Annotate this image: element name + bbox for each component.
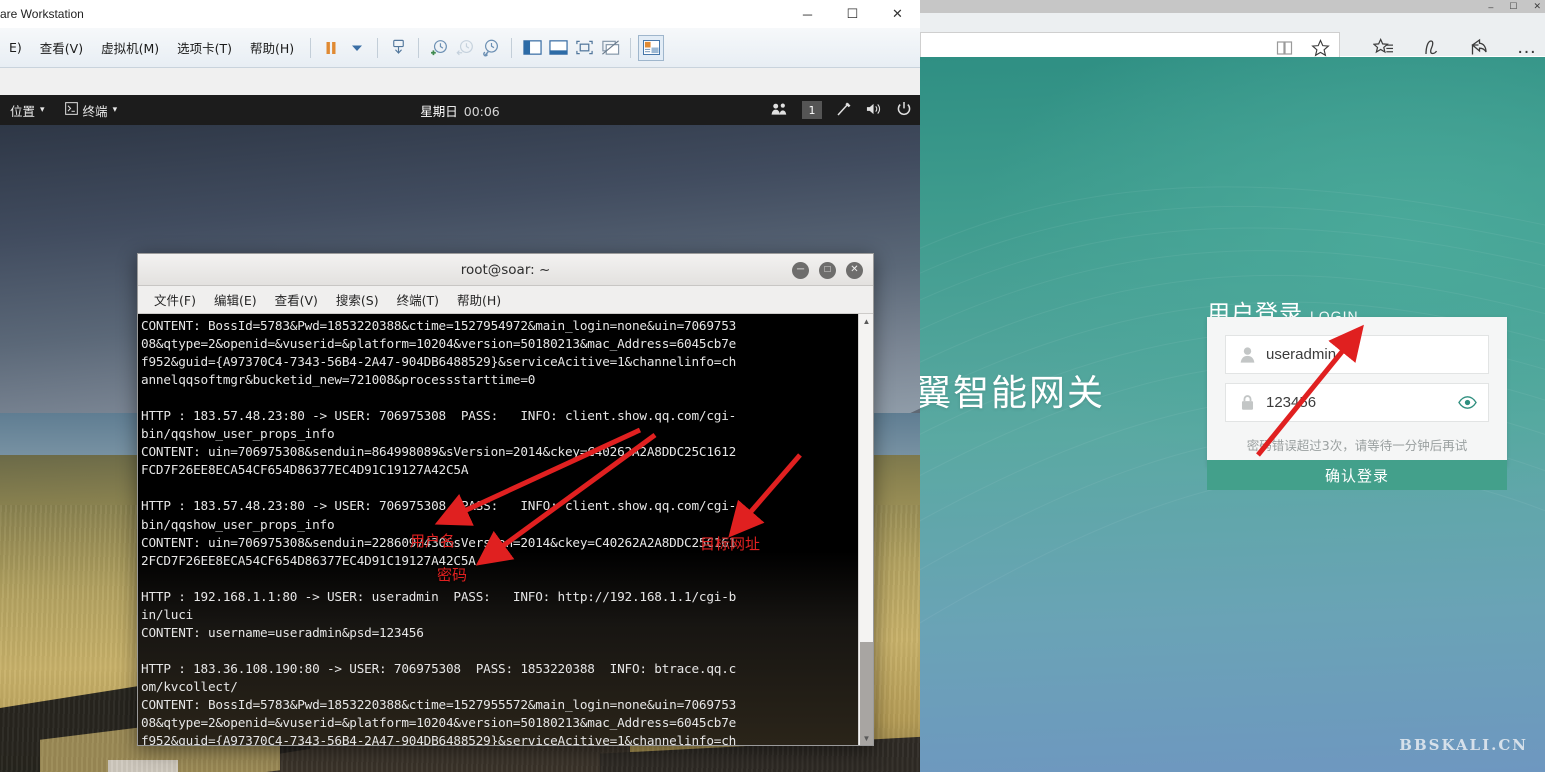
lock-icon <box>1236 393 1258 412</box>
show-library-icon[interactable] <box>519 35 545 61</box>
password-value: 123456 <box>1266 394 1317 411</box>
terminal-output-text: CONTENT: BossId=5783&Pwd=1853220388&ctim… <box>141 318 737 745</box>
terminal-window-title: root@soar: ~ <box>460 261 551 278</box>
toolbar-separator <box>511 37 513 58</box>
terminal-output-area[interactable]: CONTENT: BossId=5783&Pwd=1853220388&ctim… <box>138 314 858 745</box>
panel-clock[interactable]: 星期日 00:06 <box>420 101 500 120</box>
login-card: useradmin 123456 密码错误超过3次，请等待一分钟后再试 <box>1207 317 1507 466</box>
vmware-menubar: E) 查看(V) 虚拟机(M) 选项卡(T) 帮助(H) <box>0 28 920 68</box>
vmware-close-button[interactable]: ✕ <box>875 0 920 28</box>
gnome-terminal-window: root@soar: ~ ─ □ ✕ 文件(F) 编辑(E) 查看(V) 搜索(… <box>137 253 874 746</box>
panel-terminal-menu[interactable]: 终端 ▾ <box>55 101 128 120</box>
volume-icon[interactable] <box>866 102 882 119</box>
menu-vm[interactable]: 虚拟机(M) <box>92 34 168 61</box>
terminal-titlebar: root@soar: ~ ─ □ ✕ <box>138 254 873 286</box>
username-value: useradmin <box>1266 346 1337 363</box>
panel-clock-time: 00:06 <box>463 103 500 119</box>
gateway-login-page: 翼智能网关 用户登录 LOGIN useradmin 123456 密码错误超过… <box>920 57 1545 772</box>
workspace-indicator[interactable]: 1 <box>802 101 822 119</box>
terminal-menu-edit[interactable]: 编辑(E) <box>206 287 265 312</box>
terminal-scrollbar[interactable]: ▲ ▼ <box>858 314 873 745</box>
terminal-minimize-button[interactable]: ─ <box>792 261 809 279</box>
terminal-maximize-button[interactable]: □ <box>819 261 836 279</box>
tweak-icon[interactable] <box>836 101 852 120</box>
toolbar-separator <box>630 37 632 58</box>
vmware-titlebar: are Workstation ─ ☐ ✕ <box>0 0 920 28</box>
toolbar-separator <box>377 37 379 58</box>
username-field[interactable]: useradmin <box>1225 335 1489 374</box>
terminal-menu-search[interactable]: 搜索(S) <box>328 287 387 312</box>
submit-login-button[interactable]: 确认登录 <box>1207 460 1507 490</box>
send-ctrl-alt-del-icon[interactable] <box>385 35 411 61</box>
terminal-menu-view[interactable]: 查看(V) <box>267 287 326 312</box>
vmware-minimize-button[interactable]: ─ <box>785 0 830 28</box>
terminal-menu-help[interactable]: 帮助(H) <box>449 287 509 312</box>
chevron-down-icon: ▾ <box>40 105 45 115</box>
screenshot-root: – ☐ ✕ … 翼智能网关 用户登录 LOGIN useradmin 12345… <box>0 0 1545 772</box>
gnome-top-panel: 位置 ▾ 终端 ▾ 星期日 00:06 1 <box>0 95 920 125</box>
site-watermark: BBSKALI.CN <box>1399 736 1528 754</box>
show-console-view-icon[interactable] <box>545 35 571 61</box>
vmware-window-controls: ─ ☐ ✕ <box>785 0 920 28</box>
scroll-down-arrow-icon[interactable]: ▼ <box>859 731 873 745</box>
enter-fullscreen-icon[interactable] <box>571 35 597 61</box>
eye-icon[interactable] <box>1456 395 1478 410</box>
scroll-up-arrow-icon[interactable]: ▲ <box>859 314 873 328</box>
terminal-menubar: 文件(F) 编辑(E) 查看(V) 搜索(S) 终端(T) 帮助(H) <box>138 286 873 314</box>
snapshot-take-icon[interactable] <box>426 35 452 61</box>
panel-tray: 1 <box>771 101 920 120</box>
guest-os-viewport: 位置 ▾ 终端 ▾ 星期日 00:06 1 root@soar: ~ ─ □ ✕… <box>0 69 920 772</box>
user-icon <box>1236 345 1258 364</box>
panel-clock-day: 星期日 <box>420 103 458 119</box>
terminal-menu-file[interactable]: 文件(F) <box>146 287 204 312</box>
snapshot-revert-icon <box>452 35 478 61</box>
vmware-workstation-window: are Workstation ─ ☐ ✕ E) 查看(V) 虚拟机(M) 选项… <box>0 0 920 772</box>
power-dropdown-icon[interactable] <box>344 35 370 61</box>
menu-help[interactable]: 帮助(H) <box>241 34 303 61</box>
panel-places-menu[interactable]: 位置 ▾ <box>0 101 55 120</box>
vmware-maximize-button[interactable]: ☐ <box>830 0 875 28</box>
pause-icon[interactable] <box>318 35 344 61</box>
password-field[interactable]: 123456 <box>1225 383 1489 422</box>
edge-maximize-button[interactable]: ☐ <box>1509 1 1517 12</box>
edge-window-controls: – ☐ ✕ <box>1488 0 1541 13</box>
chevron-down-icon: ▾ <box>112 105 118 115</box>
panel-terminal-label: 终端 <box>82 103 108 119</box>
edge-close-button[interactable]: ✕ <box>1533 1 1541 12</box>
terminal-window-controls: ─ □ ✕ <box>792 254 863 286</box>
toolbar-separator <box>418 37 420 58</box>
scrollbar-thumb[interactable] <box>860 642 873 745</box>
users-icon[interactable] <box>771 102 788 119</box>
preferences-icon[interactable] <box>638 34 665 61</box>
brand-title: 翼智能网关 <box>920 373 1106 414</box>
terminal-menu-terminal[interactable]: 终端(T) <box>389 287 447 312</box>
terminal-body: CONTENT: BossId=5783&Pwd=1853220388&ctim… <box>138 314 873 745</box>
power-icon[interactable] <box>896 101 912 120</box>
panel-places-label: 位置 <box>10 103 36 119</box>
menu-tabs[interactable]: 选项卡(T) <box>168 34 241 61</box>
snapshot-manager-icon[interactable] <box>478 35 504 61</box>
menu-view[interactable]: 查看(V) <box>31 34 92 61</box>
toolbar-separator <box>310 37 312 58</box>
vmware-window-title: are Workstation <box>0 7 84 21</box>
terminal-close-button[interactable]: ✕ <box>846 261 863 279</box>
menu-edit-partial[interactable]: E) <box>0 36 31 59</box>
unity-mode-icon[interactable] <box>597 35 623 61</box>
edge-minimize-button[interactable]: – <box>1488 2 1493 12</box>
terminal-app-icon <box>64 102 78 118</box>
